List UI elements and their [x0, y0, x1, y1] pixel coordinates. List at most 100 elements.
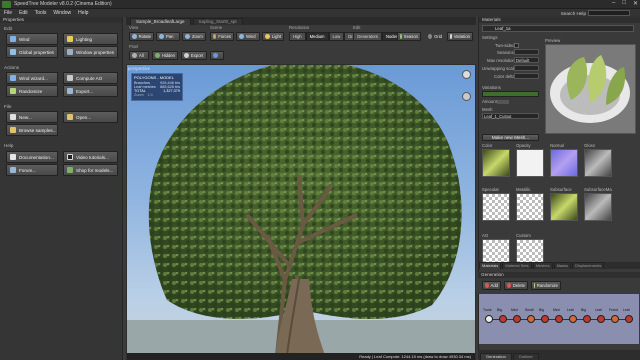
window-properties-button[interactable]: Window properties [63, 46, 118, 58]
res-low[interactable]: Low [328, 32, 345, 41]
map-slot-subsurface[interactable] [550, 193, 578, 221]
tab-materials[interactable]: Materials [479, 262, 502, 269]
gen-node[interactable] [583, 315, 591, 323]
shop-models-button[interactable]: Shop for models... [63, 164, 118, 176]
gen-node[interactable] [527, 315, 535, 323]
make-new-mesh-button[interactable]: Make new Mesh... [482, 134, 539, 141]
gen-node[interactable] [597, 315, 605, 323]
map-slot-subsurfacema[interactable] [584, 193, 612, 221]
edit-generators[interactable]: Generators [353, 32, 382, 41]
variation-color-swatch[interactable] [482, 91, 539, 97]
map-label: AO [482, 233, 489, 238]
two-sided-checkbox[interactable] [514, 43, 519, 48]
gen-randomize-button[interactable]: Randomize [531, 281, 561, 290]
gen-node[interactable] [513, 315, 521, 323]
color-delta-field[interactable] [514, 73, 539, 79]
map-label: Opacity [516, 143, 531, 148]
gen-node[interactable] [485, 315, 493, 323]
tab-meshes[interactable]: Meshes [532, 262, 553, 269]
tab-broadleaf[interactable]: Sample_BroadleafLarge [130, 18, 191, 25]
pixel-extra-button[interactable] [210, 51, 224, 60]
gen-node-label: Med [553, 308, 560, 312]
lighting-button[interactable]: Lighting [63, 33, 118, 45]
map-slot-gloss[interactable] [584, 149, 612, 177]
variation-button[interactable]: Variation [447, 32, 473, 41]
grid-button[interactable]: Grid [425, 32, 445, 41]
scene-wind-button[interactable]: Wind [236, 32, 260, 41]
tab-displacements[interactable]: Displacements [572, 262, 605, 269]
menu-help[interactable]: Help [78, 10, 88, 16]
map-slot-opacity[interactable] [516, 149, 544, 177]
browse-samples-button[interactable]: Browse samples... [6, 124, 58, 136]
tab-outliner[interactable]: Outliner [512, 353, 539, 360]
mesh-select[interactable]: Leaf_1_Cutout [482, 113, 539, 119]
tab-generation[interactable]: Generation [480, 353, 512, 360]
wind-button[interactable]: Wind [6, 33, 58, 45]
search-input[interactable] [588, 10, 630, 16]
preview-label: Preview [545, 38, 561, 43]
close-button[interactable]: ✕ [633, 0, 638, 9]
map-label: Metallic [516, 187, 531, 192]
forum-button[interactable]: Forum... [6, 164, 58, 176]
compute-ao-button[interactable]: Compute AO [63, 72, 118, 84]
gen-node-label: Leaf [567, 308, 574, 312]
map-slot-color[interactable] [482, 149, 510, 177]
section-file: File [4, 104, 12, 109]
new-button[interactable]: New... [6, 111, 58, 123]
menu-edit[interactable]: Edit [19, 10, 28, 16]
video-tutorials-button[interactable]: Video tutorials... [63, 151, 118, 163]
minimize-button[interactable]: – [612, 0, 615, 9]
forces-button[interactable]: Forces [210, 32, 234, 41]
maximize-button[interactable]: □ [622, 0, 626, 9]
seasons-field[interactable] [514, 49, 539, 55]
menu-bar: File Edit Tools Window Help [0, 9, 640, 17]
gen-dice-icon [534, 283, 535, 288]
tab-sapling[interactable]: Sapling_Start0_spt [192, 18, 243, 25]
material-preview[interactable] [545, 44, 636, 134]
wind-wizard-button[interactable]: Wind wizard... [6, 72, 58, 84]
gen-node[interactable] [625, 315, 633, 323]
export-button[interactable]: Export... [63, 85, 118, 97]
gen-node[interactable] [499, 315, 507, 323]
viewport[interactable] [127, 65, 475, 355]
wizard-icon [10, 75, 16, 81]
material-name-field[interactable]: Leaf_1a [482, 25, 634, 32]
amount-slider[interactable] [497, 100, 509, 104]
rotate-button[interactable]: Rotate [129, 32, 154, 41]
map-slot-metallic[interactable] [516, 193, 544, 221]
res-high[interactable]: High [289, 32, 306, 41]
season-button[interactable]: Season [397, 32, 421, 41]
map-slot-normal[interactable] [550, 149, 578, 177]
menu-tools[interactable]: Tools [35, 10, 47, 16]
documentation-button[interactable]: Documentation... [6, 151, 58, 163]
unwrap-scale-field[interactable] [514, 65, 539, 71]
pan-button[interactable]: Pan [156, 32, 180, 41]
open-button[interactable]: Open... [63, 111, 118, 123]
dice-icon [10, 88, 16, 94]
tab-material-sets[interactable]: Material Sets [502, 262, 532, 269]
all-button[interactable]: All [129, 51, 149, 60]
zoom-button[interactable]: Zoom [182, 32, 206, 41]
hidden-button[interactable]: Hidden [152, 51, 178, 60]
camera-orient-icon[interactable] [462, 92, 471, 101]
prop-label: Max resolution [487, 58, 515, 63]
generation-graph[interactable]: Trunk Big Med Small Big Med Leaf Big Leaf Frond Le… [479, 294, 639, 344]
gen-node[interactable] [569, 315, 577, 323]
tab-masks[interactable]: Masks [553, 262, 572, 269]
max-resolution-select[interactable]: Default [514, 57, 539, 63]
res-medium[interactable]: Medium [305, 32, 329, 41]
light-direction-icon[interactable] [462, 70, 471, 79]
menu-window[interactable]: Window [53, 10, 71, 16]
gen-delete-button[interactable]: Delete [504, 281, 528, 290]
light-button[interactable]: Light [262, 32, 284, 41]
pixel-export-button[interactable]: Export [181, 51, 207, 60]
gen-node[interactable] [541, 315, 549, 323]
gen-add-button[interactable]: Add [482, 281, 501, 290]
gen-node[interactable] [611, 315, 619, 323]
gen-node[interactable] [555, 315, 563, 323]
map-label: SubsurfaceMa [584, 187, 612, 192]
global-properties-button[interactable]: Global properties [6, 46, 58, 58]
map-slot-specular[interactable] [482, 193, 510, 221]
menu-file[interactable]: File [4, 10, 12, 16]
randomize-button[interactable]: Randomize [6, 85, 58, 97]
